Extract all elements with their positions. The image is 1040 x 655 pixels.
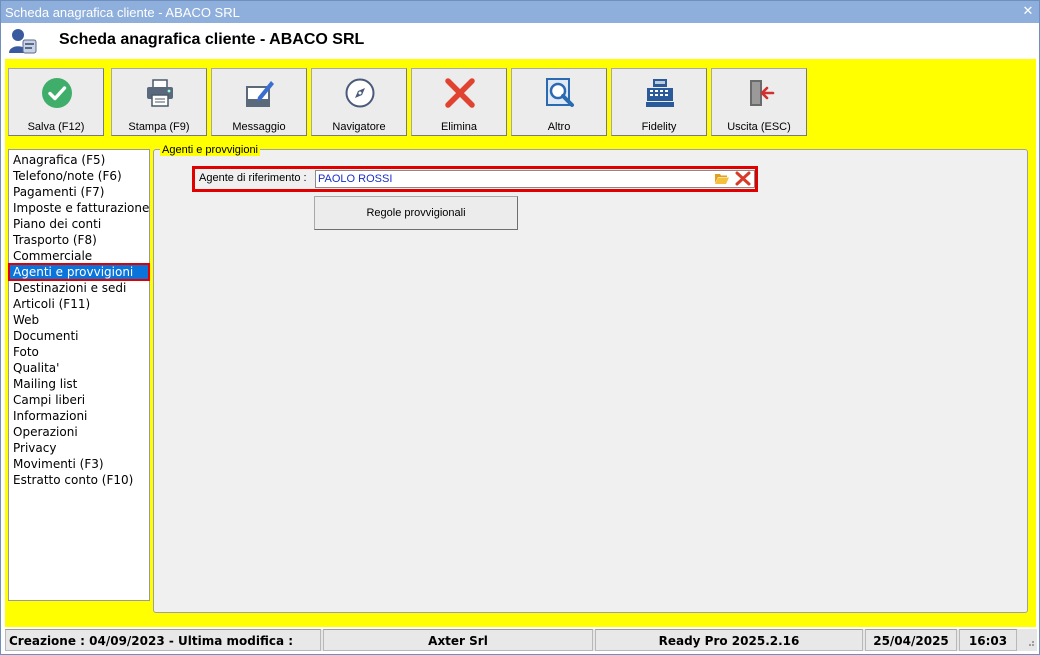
status-bar: Creazione : 04/09/2023 - Ultima modifica…	[5, 629, 1037, 651]
nav-item-movimenti[interactable]: Movimenti (F3)	[9, 456, 149, 472]
nav-item-anagrafica[interactable]: Anagrafica (F5)	[9, 152, 149, 168]
panel-legend: Agenti e provvigioni	[160, 144, 261, 156]
nav-item-destinazioni-sedi[interactable]: Destinazioni e sedi	[9, 280, 149, 296]
status-time: 16:03	[959, 629, 1017, 651]
page-title: Scheda anagrafica cliente - ABACO SRL	[59, 31, 365, 48]
nav-item-commerciale[interactable]: Commerciale	[9, 248, 149, 264]
other-button[interactable]: Altro	[511, 68, 607, 136]
commission-rules-button[interactable]: Regole provvigionali	[314, 196, 518, 230]
delete-x-icon	[445, 78, 475, 108]
nav-item-pagamenti[interactable]: Pagamenti (F7)	[9, 184, 149, 200]
customer-card-icon	[9, 29, 37, 54]
check-circle-icon	[42, 78, 72, 108]
nav-item-trasporto[interactable]: Trasporto (F8)	[9, 232, 149, 248]
cash-register-icon	[646, 79, 674, 107]
nav-item-web[interactable]: Web	[9, 312, 149, 328]
agent-label: Agente di riferimento :	[199, 172, 307, 184]
title-bar[interactable]: Scheda anagrafica cliente - ABACO SRL ✕	[1, 1, 1039, 23]
nav-item-agenti-provvigioni[interactable]: Agenti e provvigioni	[8, 263, 150, 281]
fidelity-button-label: Fidelity	[641, 121, 677, 133]
agent-input[interactable]: PAOLO ROSSI	[315, 170, 755, 188]
nav-item-qualita[interactable]: Qualita'	[9, 360, 149, 376]
other-button-label: Altro	[547, 121, 571, 133]
nav-item-estratto-conto[interactable]: Estratto conto (F10)	[9, 472, 149, 488]
status-product-version: Ready Pro 2025.2.16	[595, 629, 863, 651]
nav-item-mailing-list[interactable]: Mailing list	[9, 376, 149, 392]
app-window: Scheda anagrafica cliente - ABACO SRL ✕ …	[0, 0, 1040, 655]
status-created-modified: Creazione : 04/09/2023 - Ultima modifica…	[5, 629, 321, 651]
nav-item-informazioni[interactable]: Informazioni	[9, 408, 149, 424]
delete-button[interactable]: Elimina	[411, 68, 507, 136]
fidelity-button[interactable]: Fidelity	[611, 68, 707, 136]
print-button-label: Stampa (F9)	[128, 121, 190, 133]
nav-item-privacy[interactable]: Privacy	[9, 440, 149, 456]
navigator-button[interactable]: Navigatore	[311, 68, 407, 136]
close-icon[interactable]: ✕	[1021, 5, 1035, 19]
resize-grip-icon[interactable]	[1025, 635, 1035, 647]
save-button-label: Salva (F12)	[27, 121, 85, 133]
print-button[interactable]: Stampa (F9)	[111, 68, 207, 136]
save-button[interactable]: Salva (F12)	[8, 68, 104, 136]
delete-button-label: Elimina	[440, 121, 478, 133]
message-button[interactable]: Messaggio	[211, 68, 307, 136]
agents-commissions-panel: Agenti e provvigioni Agente di riferimen…	[153, 144, 1028, 613]
clear-x-icon[interactable]	[735, 171, 751, 186]
nav-item-piano-dei-conti[interactable]: Piano dei conti	[9, 216, 149, 232]
nav-item-documenti[interactable]: Documenti	[9, 328, 149, 344]
form-header: Scheda anagrafica cliente - ABACO SRL	[1, 23, 1039, 59]
printer-icon	[147, 79, 173, 107]
folder-open-icon[interactable]	[715, 173, 729, 184]
navigator-button-label: Navigatore	[332, 121, 386, 133]
compass-icon	[345, 78, 375, 108]
nav-item-articoli[interactable]: Articoli (F11)	[9, 296, 149, 312]
search-doc-icon	[546, 78, 574, 107]
form-body: Salva (F12) Stampa (F9) Messaggio Naviga…	[5, 59, 1036, 627]
nav-item-imposte-fatturazione[interactable]: Imposte e fatturazione	[9, 200, 149, 216]
exit-button-label: Uscita (ESC)	[727, 121, 791, 133]
edit-note-icon	[246, 81, 274, 107]
nav-item-campi-liberi[interactable]: Campi liberi	[9, 392, 149, 408]
section-nav: Anagrafica (F5) Telefono/note (F6) Pagam…	[8, 149, 150, 601]
nav-item-foto[interactable]: Foto	[9, 344, 149, 360]
window-title: Scheda anagrafica cliente - ABACO SRL	[5, 5, 240, 20]
message-button-label: Messaggio	[232, 121, 286, 133]
exit-button[interactable]: Uscita (ESC)	[711, 68, 807, 136]
nav-item-operazioni[interactable]: Operazioni	[9, 424, 149, 440]
exit-door-icon	[750, 80, 775, 106]
agent-field-row: Agente di riferimento : PAOLO ROSSI	[192, 166, 758, 192]
status-date: 25/04/2025	[865, 629, 957, 651]
status-company: Axter Srl	[323, 629, 593, 651]
nav-item-telefono-note[interactable]: Telefono/note (F6)	[9, 168, 149, 184]
